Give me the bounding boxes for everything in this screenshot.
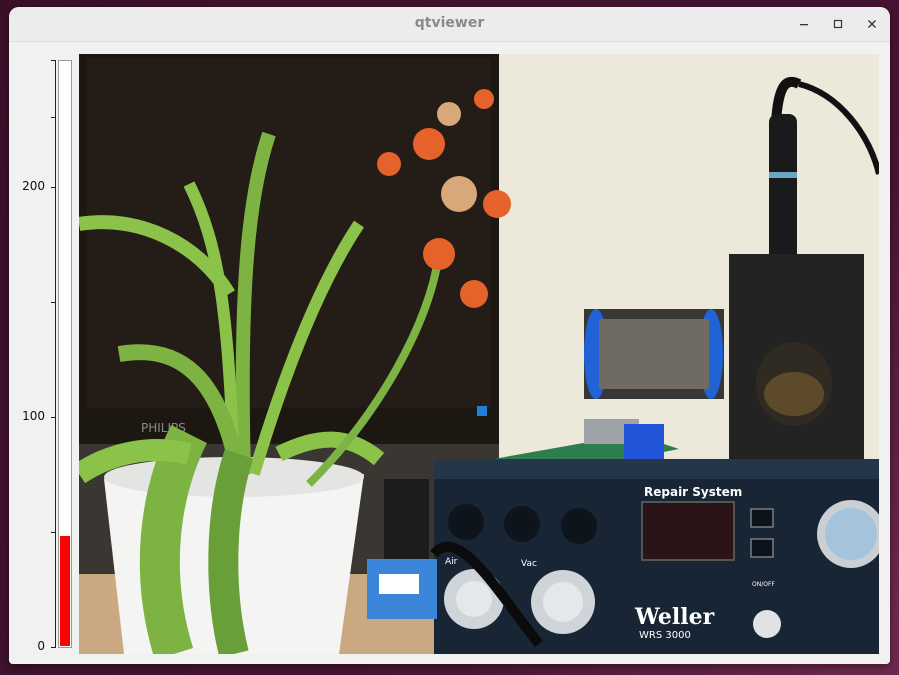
window-title: qtviewer: [414, 15, 485, 31]
axis-tick-label: 100: [22, 409, 45, 423]
axis-tick: [51, 302, 56, 303]
flower: [423, 238, 455, 270]
flower: [413, 128, 445, 160]
close-icon: [868, 20, 876, 28]
flower: [437, 102, 461, 126]
main-content: 200 100 0 PHILIPS Repair System Weller W…: [9, 42, 890, 664]
station-title: Repair System: [644, 485, 742, 499]
level-meter: [58, 60, 72, 648]
station-model: WRS 3000: [639, 630, 691, 641]
level-meter-axis: [55, 60, 56, 648]
maximize-button[interactable]: [827, 13, 849, 35]
axis-tick: [51, 532, 56, 533]
flower: [460, 280, 488, 308]
plant-leaf: [208, 449, 254, 654]
axis-tick: [51, 117, 56, 118]
axis-tick: [51, 187, 56, 188]
flower: [377, 152, 401, 176]
flower: [441, 176, 477, 212]
title-bar[interactable]: qtviewer: [9, 7, 890, 42]
minimize-button[interactable]: [793, 13, 815, 35]
axis-tick: [51, 417, 56, 418]
flower: [474, 89, 494, 109]
station-brand: Weller: [634, 604, 715, 630]
air-label: Air: [445, 557, 458, 567]
flower: [483, 190, 511, 218]
onoff-label: ON/OFF: [752, 581, 775, 588]
app-window: qtviewer 200 100 0 PHILIPS Repair System…: [9, 7, 890, 664]
axis-tick-label: 200: [22, 179, 45, 193]
camera-view: PHILIPS Repair System Weller WRS 3000 Ai…: [79, 54, 879, 654]
level-meter-fill: [60, 536, 70, 646]
vac-label: Vac: [521, 559, 537, 569]
maximize-icon: [833, 19, 843, 29]
station-display: [641, 501, 735, 561]
monitor-led: [477, 406, 487, 416]
camera-frame: PHILIPS Repair System Weller WRS 3000 Ai…: [79, 54, 879, 654]
axis-tick: [51, 60, 56, 61]
axis-tick: [51, 647, 56, 648]
axis-tick-label: 0: [37, 639, 45, 653]
minimize-icon: [800, 24, 808, 26]
close-button[interactable]: [861, 13, 883, 35]
